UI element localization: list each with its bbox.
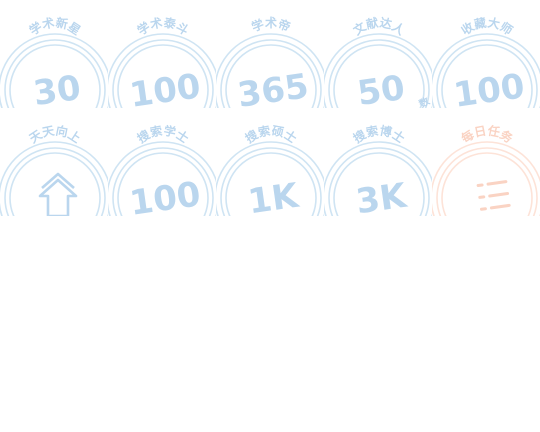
list-icon — [476, 180, 511, 211]
badge-search-doctor[interactable]: 搜索博士 3K — [324, 108, 432, 216]
badge-value: 1K — [246, 175, 303, 216]
badge-seal: 学术新星 30 — [0, 15, 108, 108]
badge-collection-master[interactable]: 收藏大师 100 — [432, 0, 540, 108]
badge-row: 学术新星 30 学术泰斗 100 学术帝 365 文献达人 50 数 收藏大师 … — [0, 0, 540, 108]
badge-value: 100 — [127, 66, 203, 108]
badge-literature-expert[interactable]: 文献达人 50 数 — [324, 0, 432, 108]
badge-title: 每日任务 — [458, 122, 516, 146]
badge-seal: 天天向上 — [0, 123, 108, 216]
badge-value: 30 — [31, 68, 83, 108]
badge-seal: 收藏大师 100 — [432, 15, 540, 108]
badge-daily-task[interactable]: 每日任务 — [432, 108, 540, 216]
badge-seal: 搜索博士 3K — [324, 123, 432, 216]
badge-value: 50 — [355, 68, 407, 108]
badge-academic-star[interactable]: 学术新星 30 — [0, 0, 108, 108]
badge-title: 文献达人 — [350, 15, 408, 39]
badge-seal: 搜索硕士 1K — [216, 123, 324, 216]
badge-academic-emperor[interactable]: 学术帝 365 — [216, 0, 324, 108]
badge-academic-master[interactable]: 学术泰斗 100 — [108, 0, 216, 108]
badge-seal: 学术泰斗 100 — [108, 14, 216, 108]
badge-title: 学术帝 — [249, 15, 293, 34]
badge-value: 365 — [235, 66, 311, 108]
badge-seal: 搜索学士 100 — [108, 123, 216, 216]
badge-search-bachelor[interactable]: 搜索学士 100 — [108, 108, 216, 216]
badge-seal: 文献达人 50 数 — [324, 15, 432, 108]
badge-search-master[interactable]: 搜索硕士 1K — [216, 108, 324, 216]
arrow-up-icon — [38, 172, 78, 216]
badge-value: 100 — [127, 174, 203, 216]
badge-daily-progress[interactable]: 天天向上 — [0, 108, 108, 216]
badge-row: 天天向上 搜索学士 100 搜索硕士 1K 搜索博士 3K 每日任务 — [0, 108, 540, 216]
badge-value: 3K — [354, 175, 411, 216]
badge-seal: 学术帝 365 — [216, 15, 324, 108]
badge-value: 100 — [451, 66, 527, 108]
badge-seal: 每日任务 — [432, 122, 540, 216]
